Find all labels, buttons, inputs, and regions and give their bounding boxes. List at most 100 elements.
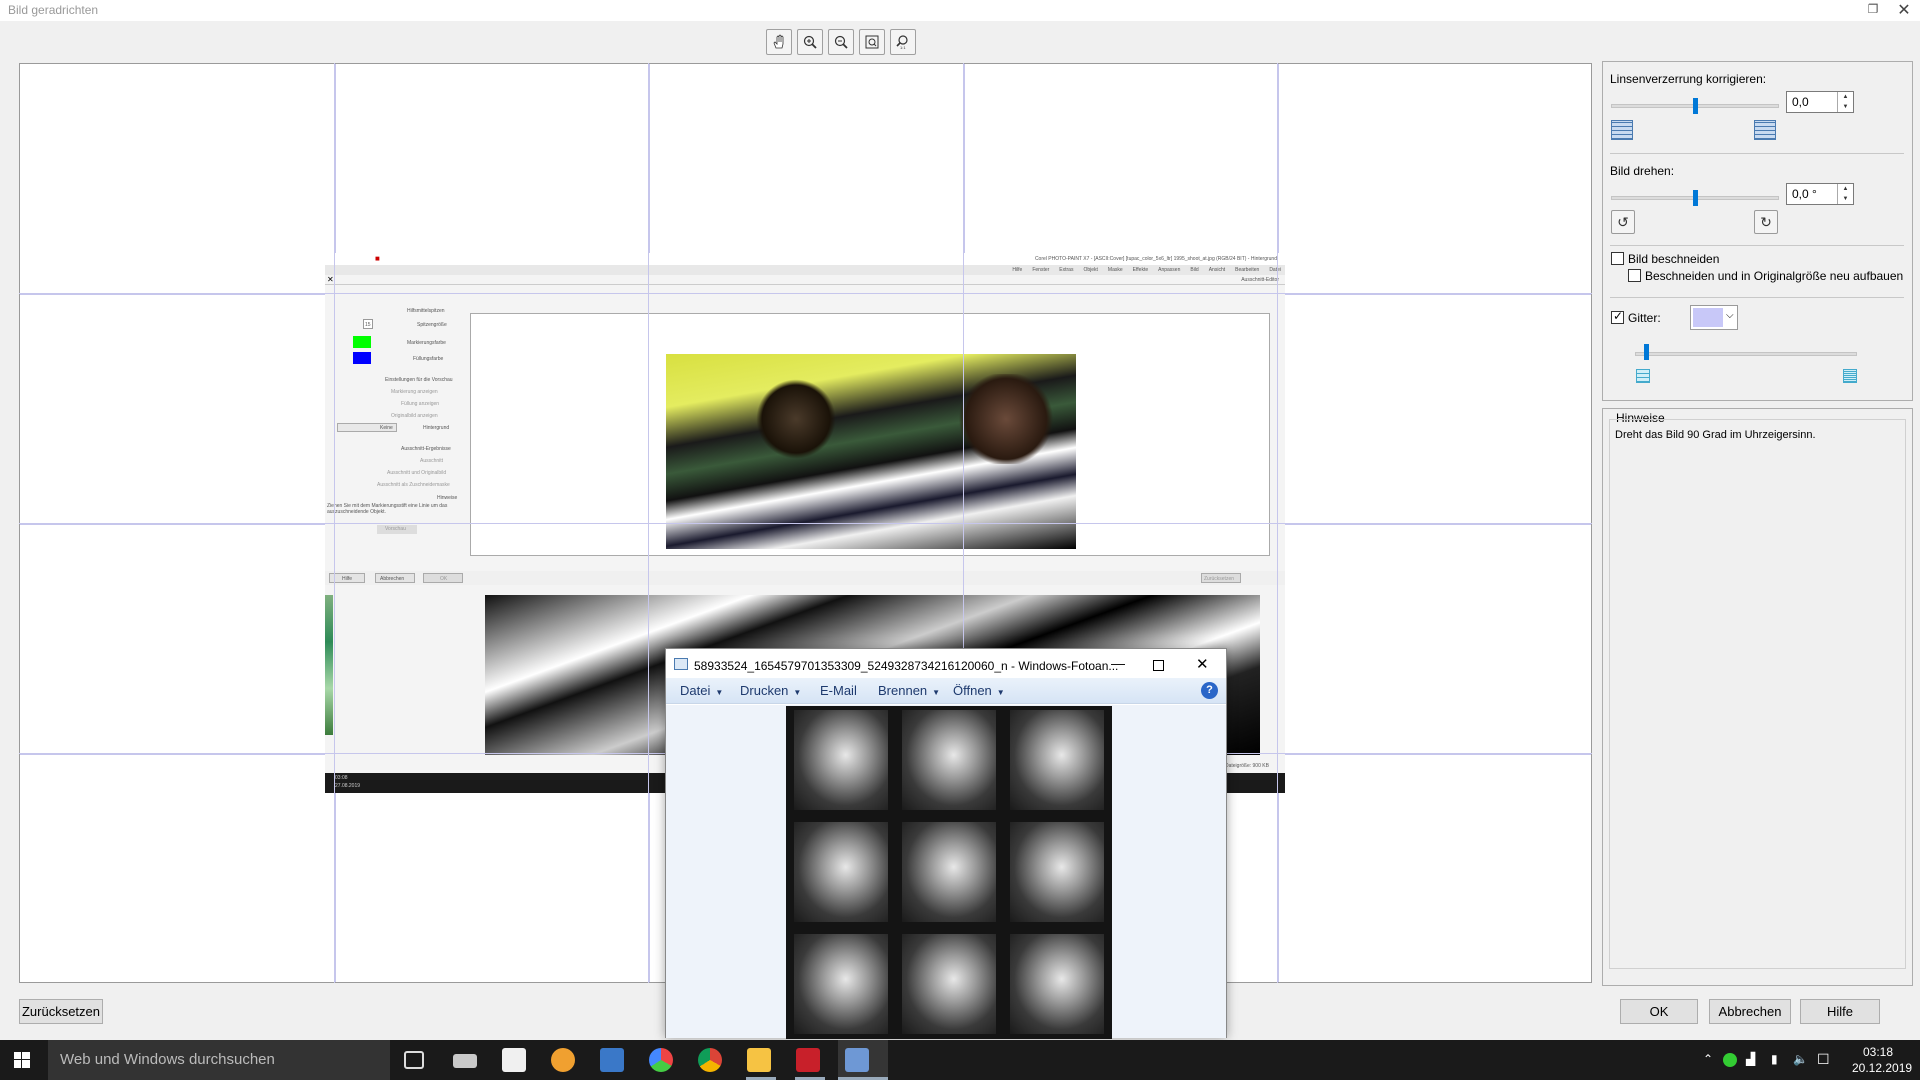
file-explorer-icon[interactable] xyxy=(747,1048,771,1072)
lens-slider-thumb[interactable] xyxy=(1693,98,1698,114)
viewer-close-button[interactable]: ✕ xyxy=(1196,655,1209,673)
embedded-menu-item: Datei xyxy=(1269,267,1281,273)
embedded-label: Ausschnitt als Zuschneidemaske xyxy=(377,482,450,488)
spin-up-icon[interactable]: ▲ xyxy=(1838,92,1853,102)
embedded-menu-item: Bild xyxy=(1190,267,1199,273)
rotate-spinner[interactable]: 0,0 ° ▲ ▼ xyxy=(1786,183,1854,205)
embedded-titlebar: Corel PHOTO-PAINT X7 - [ASCII:Cover] [tu… xyxy=(325,253,1285,265)
task-view-icon[interactable] xyxy=(404,1051,424,1069)
menu-oeffnen-label: Öffnen xyxy=(953,683,992,698)
spin-down-icon[interactable]: ▼ xyxy=(1838,194,1853,204)
viewer-title: 58933524_1654579701353309_52493287342161… xyxy=(694,659,1119,673)
embedded-preview-label: Vorschau xyxy=(385,526,406,532)
contact-sheet-frame xyxy=(1010,934,1104,1034)
menu-datei[interactable]: Datei ▼ xyxy=(680,683,723,698)
volume-icon[interactable]: 🔈 xyxy=(1793,1052,1808,1066)
reset-button[interactable]: Zurücksetzen xyxy=(19,999,103,1024)
help-icon[interactable]: ? xyxy=(1201,682,1218,699)
help-button[interactable]: Hilfe xyxy=(1800,999,1880,1024)
rotate-right-button[interactable]: ↻ xyxy=(1754,210,1778,234)
chevron-down-icon: ▼ xyxy=(715,688,724,697)
photo-viewer-window[interactable]: 58933524_1654579701353309_52493287342161… xyxy=(665,648,1227,1039)
fit-to-window-icon xyxy=(865,35,879,49)
security-icon[interactable] xyxy=(1723,1053,1737,1067)
signal-icon[interactable]: ▮ xyxy=(1771,1052,1778,1066)
zoom-out-button[interactable] xyxy=(828,29,854,55)
divider xyxy=(1610,245,1904,246)
embedded-preview-btn: Vorschau xyxy=(377,525,417,534)
menu-brennen[interactable]: Brennen ▼ xyxy=(878,683,940,698)
clock-date[interactable]: 20.12.2019 xyxy=(1852,1061,1912,1075)
menu-email-label: E-Mail xyxy=(820,683,857,698)
embedded-reset-label: Zurücksetzen xyxy=(1204,576,1235,582)
menu-drucken-label: Drucken xyxy=(740,683,789,698)
crop-rebuild-label: Beschneiden und in Originalgröße neu auf… xyxy=(1645,269,1904,283)
cancel-button[interactable]: Abbrechen xyxy=(1709,999,1791,1024)
corel-photo-paint-icon[interactable] xyxy=(796,1048,820,1072)
embedded-menubar: Datei Bearbeiten Ansicht Bild Anpassen Effekt… xyxy=(325,265,1285,275)
contact-sheet-frame xyxy=(794,710,888,810)
embedded-label: Füllung anzeigen xyxy=(401,401,440,407)
close-button[interactable]: ✕ xyxy=(1893,0,1915,20)
image-app-icon[interactable] xyxy=(600,1048,624,1072)
chrome-icon[interactable] xyxy=(698,1048,722,1072)
store-icon[interactable] xyxy=(502,1048,526,1072)
clock-time[interactable]: 03:18 xyxy=(1863,1045,1893,1059)
embedded-label: Ausschnitt und Originalbild xyxy=(387,470,447,476)
contact-sheet-frame xyxy=(902,710,996,810)
settings-panel: Linsenverzerrung korrigieren: 0,0 ▲ ▼ Bil… xyxy=(1602,61,1913,401)
spin-down-icon[interactable]: ▼ xyxy=(1838,102,1853,112)
contact-sheet-frame xyxy=(794,934,888,1034)
embedded-status: Dateigröße: 900 KB xyxy=(1225,763,1269,769)
viewer-menubar: Datei ▼ Drucken ▼ E-Mail Brennen ▼ Öffnen ▼ … xyxy=(666,678,1226,704)
embedded-label: Ausschnitt xyxy=(420,458,444,464)
embedded-buttonbar: Hilfe Abbrechen OK Zurücksetzen xyxy=(325,571,1285,585)
grid-density-slider[interactable] xyxy=(1635,352,1857,356)
hints-text: Dreht das Bild 90 Grad im Uhrzeigersinn. xyxy=(1615,429,1816,441)
minimize-button[interactable]: — xyxy=(1111,655,1125,671)
grid-slider-thumb[interactable] xyxy=(1644,344,1650,360)
embedded-brush-size: 15 xyxy=(363,319,373,329)
hints-frame xyxy=(1609,419,1906,969)
windows-start-icon[interactable] xyxy=(14,1052,30,1068)
notification-icon[interactable]: ☐ xyxy=(1817,1051,1830,1068)
maximize-button[interactable] xyxy=(1153,660,1164,671)
spin-up-icon[interactable]: ▲ xyxy=(1838,184,1853,194)
app-icon[interactable] xyxy=(551,1048,575,1072)
rotate-left-button[interactable]: ↺ xyxy=(1611,210,1635,234)
menu-oeffnen[interactable]: Öffnen ▼ xyxy=(953,683,1005,698)
pincushion-distortion-icon xyxy=(1754,120,1776,140)
photo-viewer-icon xyxy=(674,658,688,670)
zoom-in-button[interactable] xyxy=(797,29,823,55)
picasa-icon[interactable] xyxy=(649,1048,673,1072)
embedded-ok-label: OK xyxy=(440,576,448,582)
embedded-brush-size-value: 15 xyxy=(365,322,371,328)
network-icon[interactable]: ▟ xyxy=(1746,1052,1755,1066)
contact-sheet-frame xyxy=(1010,710,1104,810)
ok-button[interactable]: OK xyxy=(1620,999,1698,1024)
contact-sheet-frame xyxy=(794,822,888,922)
scanner-icon[interactable] xyxy=(453,1054,477,1068)
menu-drucken[interactable]: Drucken ▼ xyxy=(740,683,801,698)
rotate-slider-thumb[interactable] xyxy=(1693,190,1698,206)
embedded-close-icon: ✕ xyxy=(327,275,334,284)
zoom-100-button[interactable]: 1:1 xyxy=(890,29,916,55)
lens-spinner[interactable]: 0,0 ▲ ▼ xyxy=(1786,91,1854,113)
taskbar-search[interactable]: Web und Windows durchsuchen xyxy=(48,1040,390,1080)
embedded-panel-header: Ausschnitt-Editor ✕ xyxy=(325,275,1285,285)
hand-tool-button[interactable] xyxy=(766,29,792,55)
embedded-menu-item: Maske xyxy=(1107,267,1123,273)
crop-checkbox[interactable] xyxy=(1611,252,1624,265)
embedded-reset-btn: Zurücksetzen xyxy=(1201,573,1241,583)
restore-button[interactable]: ❐ xyxy=(1862,2,1884,18)
fit-window-button[interactable] xyxy=(859,29,885,55)
grid-checkbox[interactable] xyxy=(1611,309,1624,324)
embedded-label: Ausschnitt-Ergebnisse xyxy=(401,446,451,452)
embedded-label: Markierung anzeigen xyxy=(391,389,438,395)
crop-rebuild-checkbox[interactable] xyxy=(1628,269,1641,282)
menu-email[interactable]: E-Mail xyxy=(820,683,857,698)
chevron-up-icon[interactable]: ⌃ xyxy=(1703,1052,1713,1066)
spin-arrows: ▲ ▼ xyxy=(1837,184,1853,204)
grid-color-picker[interactable]: ⌵ xyxy=(1690,305,1738,330)
embedded-hint: Ziehen Sie mit dem Markierungsstift eine… xyxy=(327,503,448,515)
